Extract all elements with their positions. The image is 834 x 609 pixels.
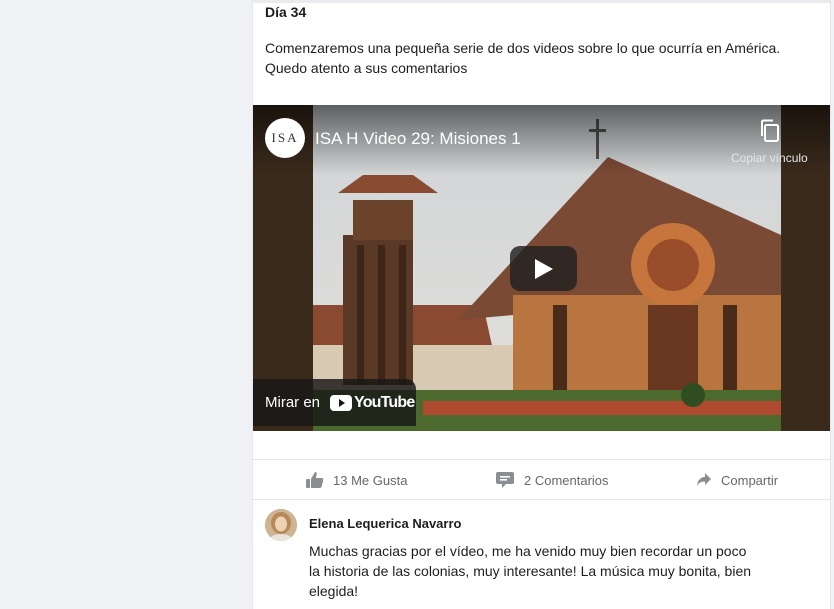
post-card: Día 34 Comenzaremos una pequeña serie de… bbox=[252, 0, 831, 609]
like-button[interactable]: 13 Me Gusta bbox=[306, 460, 407, 500]
video-title-link[interactable]: ISA H Video 29: Misiones 1 bbox=[315, 129, 521, 149]
comment-count-label: 2 Comentarios bbox=[524, 472, 609, 488]
like-count-label: 13 Me Gusta bbox=[333, 472, 408, 488]
watch-on-label: Mirar en bbox=[265, 394, 321, 411]
comment-button[interactable]: 2 Comentarios bbox=[495, 460, 609, 500]
copy-link-label[interactable]: Copiar vínculo bbox=[731, 151, 821, 165]
share-arrow-icon bbox=[697, 473, 711, 486]
play-icon bbox=[534, 258, 553, 279]
card-top-border bbox=[253, 0, 830, 3]
comment-text: Muchas gracias por el vídeo, me ha venid… bbox=[309, 543, 752, 599]
youtube-play-icon bbox=[330, 394, 353, 411]
share-label: Compartir bbox=[721, 472, 779, 488]
post-title: Día 34 bbox=[265, 4, 307, 20]
post-body: Comenzaremos una pequeña serie de dos vi… bbox=[265, 40, 781, 76]
youtube-wordmark: YouTube bbox=[354, 393, 415, 411]
avatar-image bbox=[265, 509, 297, 541]
comment-author-name[interactable]: Elena Lequerica Navarro bbox=[309, 516, 461, 531]
comment-bubble-icon bbox=[496, 472, 514, 488]
video-embed[interactable]: ISA ISA H Video 29: Misiones 1 Copiar ví… bbox=[253, 105, 830, 431]
commenter-avatar[interactable] bbox=[265, 509, 297, 541]
youtube-logo: YouTube bbox=[330, 393, 415, 412]
thumbs-up-icon bbox=[306, 472, 324, 488]
play-button[interactable] bbox=[510, 246, 577, 291]
channel-logo[interactable]: ISA bbox=[265, 118, 305, 158]
channel-logo-text: ISA bbox=[271, 130, 299, 145]
watch-on-youtube-button[interactable]: Mirar en YouTube bbox=[253, 379, 416, 426]
post-actions-bar: 13 Me Gusta 2 Comentarios Compartir bbox=[253, 459, 830, 500]
copy-link-icon[interactable] bbox=[759, 119, 781, 143]
share-button[interactable]: Compartir bbox=[696, 460, 778, 500]
